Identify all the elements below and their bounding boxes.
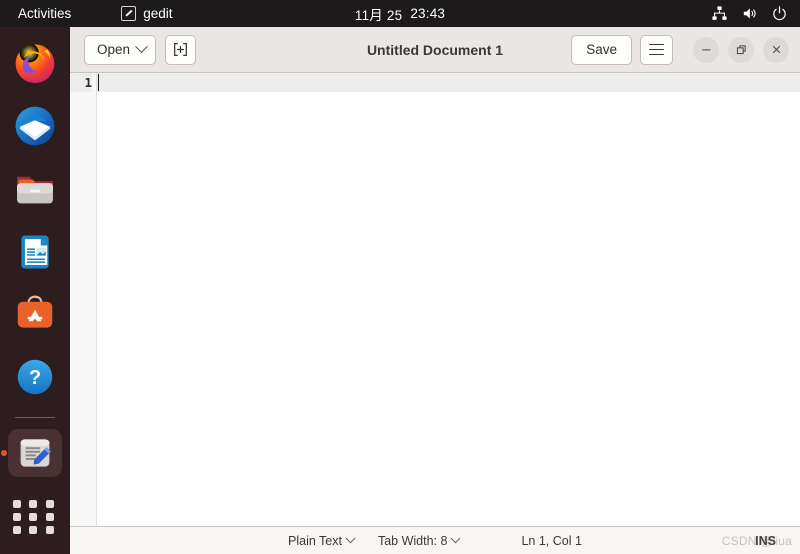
minimize-icon — [701, 49, 711, 51]
restore-icon — [736, 45, 746, 55]
dock-item-help[interactable]: ? — [8, 353, 62, 402]
topbar-app-menu[interactable]: gedit — [113, 0, 180, 27]
power-icon — [773, 6, 786, 21]
tab-width-selector[interactable]: Tab Width: 8 — [377, 533, 461, 548]
line-number: 1 — [70, 73, 92, 92]
line-number-gutter: 1 — [70, 73, 97, 526]
activities-button[interactable]: Activities — [0, 0, 81, 27]
new-document-button[interactable] — [165, 34, 197, 65]
save-button[interactable]: Save — [571, 34, 632, 65]
dock-item-ubuntu-software[interactable] — [8, 290, 62, 339]
dock-item-files[interactable] — [8, 165, 62, 214]
cursor-position: Ln 1, Col 1 — [521, 533, 582, 548]
gnome-top-bar: Activities gedit 11月 25 23:43 — [0, 0, 800, 27]
close-icon — [772, 45, 780, 54]
files-folder-icon — [17, 176, 53, 204]
main-menu-button[interactable] — [640, 34, 673, 65]
volume-icon — [743, 8, 756, 19]
chevron-down-icon — [451, 533, 461, 544]
system-tray[interactable] — [711, 0, 788, 27]
show-applications-button[interactable] — [8, 491, 62, 540]
maximize-button[interactable] — [728, 36, 754, 63]
language-selector[interactable]: Plain Text — [288, 533, 356, 548]
clock-date: 11月 25 — [354, 7, 403, 23]
text-caret — [98, 74, 100, 91]
insert-mode-indicator: INS — [755, 533, 776, 548]
clock-time: 23:43 — [410, 6, 446, 21]
svg-text:?: ? — [29, 367, 41, 389]
ubuntu-software-icon — [17, 296, 53, 329]
libreoffice-writer-icon — [21, 235, 49, 269]
chevron-down-icon — [345, 533, 356, 544]
apps-grid-icon — [13, 499, 57, 534]
topbar-app-label: gedit — [143, 6, 173, 21]
dock-item-gedit[interactable] — [8, 428, 62, 478]
firefox-icon — [15, 44, 55, 84]
open-button-label: Open — [97, 42, 131, 57]
close-button[interactable] — [763, 36, 789, 63]
chevron-down-icon — [135, 40, 148, 54]
help-icon: ? — [17, 359, 53, 395]
window-controls — [693, 36, 789, 63]
open-button[interactable]: Open — [84, 34, 157, 65]
gedit-pencil-icon — [121, 6, 137, 21]
minimize-button[interactable] — [693, 36, 719, 63]
current-line-highlight — [97, 73, 800, 92]
new-document-icon — [174, 43, 187, 56]
thunderbird-icon — [15, 106, 55, 146]
hamburger-icon — [649, 43, 664, 56]
dock-item-libreoffice-writer[interactable] — [8, 227, 62, 276]
gedit-icon — [20, 439, 51, 467]
gedit-statusbar: Plain Text Tab Width: 8 Ln 1, Col 1 CSDN… — [70, 526, 800, 554]
desktop-root: Activities gedit 11月 25 23:43 ? Open Unt… — [0, 0, 800, 554]
tab-width-label: Tab Width: 8 — [377, 533, 448, 548]
dock-item-thunderbird[interactable] — [8, 102, 62, 151]
ubuntu-dock: ? — [0, 27, 70, 554]
language-label: Plain Text — [288, 533, 342, 548]
gedit-window: Open Untitled Document 1 Save 1 Plain Te… — [70, 27, 800, 554]
dock-item-firefox[interactable] — [8, 39, 62, 88]
gedit-headerbar: Open Untitled Document 1 Save — [70, 27, 800, 73]
editor-area[interactable]: 1 — [70, 73, 800, 526]
text-view[interactable] — [97, 73, 800, 526]
headerbar-right: Save — [571, 34, 793, 65]
dock-separator — [15, 416, 55, 418]
network-wired-icon — [712, 6, 727, 20]
